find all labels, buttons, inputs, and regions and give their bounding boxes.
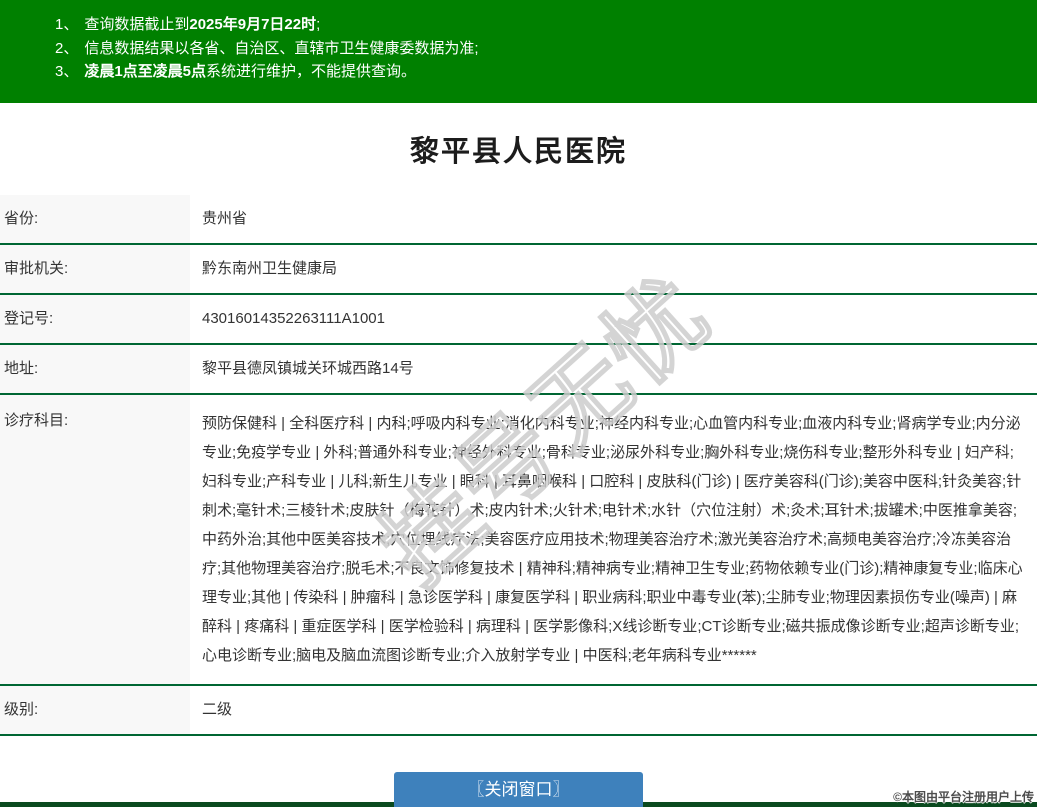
row-value: 黔东南州卫生健康局 xyxy=(202,260,338,277)
notice-line-3: 3、 凌晨1点至凌晨5点系统进行维护，不能提供查询。 xyxy=(55,60,1017,84)
notice-text: 系统进行维护，不能提供查询。 xyxy=(206,63,417,80)
notice-number: 2、 xyxy=(55,39,79,57)
hospital-info-table: 省份: 贵州省 审批机关: 黔东南州卫生健康局 登记号: 43016014352… xyxy=(0,195,1037,736)
row-value: 预防保健科 | 全科医疗科 | 内科;呼吸内科专业;消化内科专业;神经内科专业;… xyxy=(202,415,1023,664)
notice-text-bold: 2025年9月7日22时 xyxy=(189,16,317,33)
notice-line-1: 1、 查询数据截止到2025年9月7日22时; xyxy=(55,13,1017,37)
row-value: 贵州省 xyxy=(202,210,248,227)
row-value: 43016014352263111A1001 xyxy=(202,310,385,327)
table-row-level: 级别: 二级 xyxy=(0,686,1037,736)
notice-text: ; xyxy=(316,16,321,33)
row-value: 黎平县德凤镇城关环城西路14号 xyxy=(202,360,414,377)
row-value: 二级 xyxy=(202,701,233,718)
copyright-stamp: ©本图由平台注册用户上传 xyxy=(893,790,1034,804)
row-label: 地址: xyxy=(0,345,190,393)
notice-line-2: 2、 信息数据结果以各省、自治区、直辖市卫生健康委数据为准; xyxy=(55,37,1017,61)
row-label: 省份: xyxy=(0,195,190,243)
table-row-province: 省份: 贵州省 xyxy=(0,195,1037,245)
title-section: 黎平县人民医院 xyxy=(0,103,1037,195)
notice-text: 信息数据结果以各省、自治区、直辖市卫生健康委数据为准; xyxy=(84,39,479,57)
row-label: 登记号: xyxy=(0,295,190,343)
row-label: 审批机关: xyxy=(0,245,190,293)
row-label: 诊疗科目: xyxy=(0,395,190,684)
notice-banner: 1、 查询数据截止到2025年9月7日22时; 2、 信息数据结果以各省、自治区、直… xyxy=(0,0,1037,103)
table-row-approval-authority: 审批机关: 黔东南州卫生健康局 xyxy=(0,245,1037,295)
notice-number: 1、 xyxy=(55,16,79,33)
hospital-detail-page: 1、 查询数据截止到2025年9月7日22时; 2、 信息数据结果以各省、自治区、直… xyxy=(0,0,1037,807)
notice-text-bold: 凌晨1点至凌晨5点 xyxy=(84,63,207,80)
notice-number: 3、 xyxy=(55,63,79,80)
table-row-registration-number: 登记号: 43016014352263111A1001 xyxy=(0,295,1037,345)
table-row-departments: 诊疗科目: 预防保健科 | 全科医疗科 | 内科;呼吸内科专业;消化内科专业;神… xyxy=(0,395,1037,686)
row-label: 级别: xyxy=(0,686,190,734)
close-window-button[interactable]: 〖关闭窗口〗 xyxy=(394,772,643,807)
notice-text: 查询数据截止到 xyxy=(84,16,190,33)
hospital-name-title: 黎平县人民医院 xyxy=(409,136,627,168)
table-row-address: 地址: 黎平县德凤镇城关环城西路14号 xyxy=(0,345,1037,395)
